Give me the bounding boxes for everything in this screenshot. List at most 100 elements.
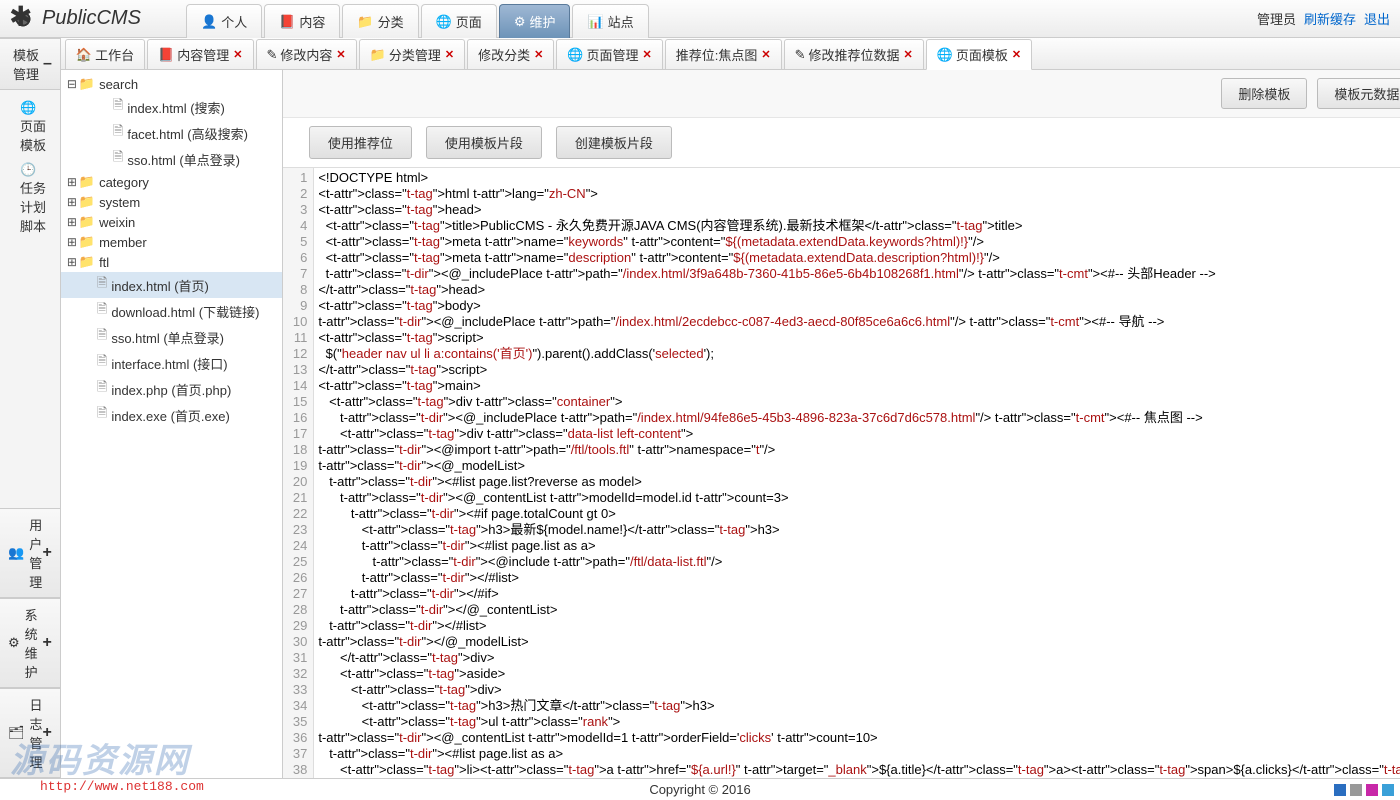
tree-row-0[interactable]: ⊟📁search: [61, 74, 282, 94]
sub-tab-5[interactable]: 🌐页面管理✕: [556, 39, 662, 69]
tree-row-3[interactable]: 🗎sso.html (单点登录): [61, 146, 282, 172]
code-line-19[interactable]: t-attr">class="t-dir"><@_modelList>: [318, 458, 1400, 474]
main-nav-tab-3[interactable]: 🌐页面: [421, 4, 497, 38]
tree-row-5[interactable]: ⊞📁system: [61, 192, 282, 212]
section-head-3[interactable]: 🗂日志管理+: [0, 688, 60, 778]
section-head-2[interactable]: ⚙系统维护+: [0, 598, 60, 688]
tree-row-1[interactable]: 🗎index.html (搜索): [61, 94, 282, 120]
toolbar2-btn-2[interactable]: 创建模板片段: [556, 126, 672, 159]
section-head-1[interactable]: 👥用户管理+: [0, 508, 60, 598]
expand-icon[interactable]: ⊟: [65, 77, 79, 91]
tree-row-14[interactable]: 🗎index.exe (首页.exe): [61, 402, 282, 428]
expand-icon[interactable]: ⊞: [65, 195, 79, 209]
sub-tab-4[interactable]: 修改分类✕: [467, 39, 554, 69]
code-line-15[interactable]: <t-attr">class="t-tag">div t-attr">class…: [318, 394, 1400, 410]
code-line-23[interactable]: <t-attr">class="t-tag">h3>最新${model.name…: [318, 522, 1400, 538]
tree-row-7[interactable]: ⊞📁member: [61, 232, 282, 252]
sub-tab-0[interactable]: 🏠工作台: [65, 39, 145, 69]
expand-icon[interactable]: ⊞: [65, 215, 79, 229]
expand-icon[interactable]: ⊞: [65, 255, 79, 269]
code-lines[interactable]: <!DOCTYPE html><t-attr">class="t-tag">ht…: [314, 168, 1400, 778]
code-line-14[interactable]: <t-attr">class="t-tag">main>: [318, 378, 1400, 394]
sub-tab-2[interactable]: ✎修改内容✕: [256, 39, 357, 69]
code-line-31[interactable]: </t-attr">class="t-tag">div>: [318, 650, 1400, 666]
code-line-4[interactable]: <t-attr">class="t-tag">title>PublicCMS -…: [318, 218, 1400, 234]
close-icon[interactable]: ✕: [903, 48, 912, 61]
close-icon[interactable]: ✕: [761, 48, 770, 61]
code-line-33[interactable]: <t-attr">class="t-tag">div>: [318, 682, 1400, 698]
code-line-1[interactable]: <!DOCTYPE html>: [318, 170, 1400, 186]
section-head-0[interactable]: 模板管理–: [0, 38, 60, 90]
toolbar-btn-0[interactable]: 删除模板: [1221, 78, 1307, 109]
sub-tab-8[interactable]: 🌐页面模板✕: [926, 39, 1032, 70]
close-icon[interactable]: ✕: [643, 48, 652, 61]
tree-row-12[interactable]: 🗎interface.html (接口): [61, 350, 282, 376]
tree-row-11[interactable]: 🗎sso.html (单点登录): [61, 324, 282, 350]
code-line-7[interactable]: t-attr">class="t-dir"><@_includePlace t-…: [318, 266, 1400, 282]
expand-icon[interactable]: ⊞: [65, 235, 79, 249]
code-line-2[interactable]: <t-attr">class="t-tag">html t-attr">lang…: [318, 186, 1400, 202]
code-line-21[interactable]: t-attr">class="t-dir"><@_contentList t-a…: [318, 490, 1400, 506]
sub-tab-6[interactable]: 推荐位:焦点图✕: [665, 39, 782, 69]
main-nav-tab-1[interactable]: 📕内容: [264, 4, 340, 38]
sub-tab-3[interactable]: 📁分类管理✕: [359, 39, 465, 69]
code-line-22[interactable]: t-attr">class="t-dir"><#if page.totalCou…: [318, 506, 1400, 522]
code-line-36[interactable]: t-attr">class="t-dir"><@_contentList t-a…: [318, 730, 1400, 746]
code-line-35[interactable]: <t-attr">class="t-tag">ul t-attr">class=…: [318, 714, 1400, 730]
code-line-25[interactable]: t-attr">class="t-dir"><@include t-attr">…: [318, 554, 1400, 570]
toolbar2-btn-0[interactable]: 使用推荐位: [309, 126, 412, 159]
code-line-11[interactable]: <t-attr">class="t-tag">script>: [318, 330, 1400, 346]
tree-row-6[interactable]: ⊞📁weixin: [61, 212, 282, 232]
code-line-13[interactable]: </t-attr">class="t-tag">script>: [318, 362, 1400, 378]
code-line-34[interactable]: <t-attr">class="t-tag">h3>热门文章</t-attr">…: [318, 698, 1400, 714]
tree-row-4[interactable]: ⊞📁category: [61, 172, 282, 192]
expand-icon[interactable]: ⊞: [65, 175, 79, 189]
main-nav-tab-0[interactable]: 👤个人: [186, 4, 262, 38]
code-line-27[interactable]: t-attr">class="t-dir"></#if>: [318, 586, 1400, 602]
toolbar-btn-1[interactable]: 模板元数据: [1317, 78, 1400, 109]
theme-swatch-3[interactable]: [1382, 784, 1394, 796]
code-line-37[interactable]: t-attr">class="t-dir"><#list page.list a…: [318, 746, 1400, 762]
tree-row-9[interactable]: 🗎index.html (首页): [61, 272, 282, 298]
logout-link[interactable]: 退出: [1364, 9, 1390, 28]
code-line-20[interactable]: t-attr">class="t-dir"><#list page.list?r…: [318, 474, 1400, 490]
sub-tab-1[interactable]: 📕内容管理✕: [147, 39, 253, 69]
code-line-24[interactable]: t-attr">class="t-dir"><#list page.list a…: [318, 538, 1400, 554]
sidebar-item-0-0[interactable]: 🌐页面模板: [0, 96, 60, 158]
code-line-18[interactable]: t-attr">class="t-dir"><@import t-attr">p…: [318, 442, 1400, 458]
close-icon[interactable]: ✕: [233, 48, 242, 61]
theme-swatch-2[interactable]: [1366, 784, 1378, 796]
code-line-9[interactable]: <t-attr">class="t-tag">body>: [318, 298, 1400, 314]
toolbar2-btn-1[interactable]: 使用模板片段: [426, 126, 542, 159]
main-nav-tab-5[interactable]: 📊站点: [572, 4, 648, 38]
code-line-5[interactable]: <t-attr">class="t-tag">meta t-attr">name…: [318, 234, 1400, 250]
code-line-3[interactable]: <t-attr">class="t-tag">head>: [318, 202, 1400, 218]
code-line-6[interactable]: <t-attr">class="t-tag">meta t-attr">name…: [318, 250, 1400, 266]
code-editor[interactable]: 1234567891011121314151617181920212223242…: [283, 167, 1400, 778]
tree-row-8[interactable]: ⊞📁ftl: [61, 252, 282, 272]
code-line-12[interactable]: $("header nav ul li a:contains('首页')").p…: [318, 346, 1400, 362]
sub-tab-7[interactable]: ✎修改推荐位数据✕: [784, 39, 924, 69]
code-line-29[interactable]: t-attr">class="t-dir"></#list>: [318, 618, 1400, 634]
code-line-32[interactable]: <t-attr">class="t-tag">aside>: [318, 666, 1400, 682]
sidebar-item-0-1[interactable]: 🕒任务计划脚本: [0, 158, 60, 239]
code-line-17[interactable]: <t-attr">class="t-tag">div t-attr">class…: [318, 426, 1400, 442]
theme-swatch-1[interactable]: [1350, 784, 1362, 796]
close-icon[interactable]: ✕: [445, 48, 454, 61]
code-line-38[interactable]: <t-attr">class="t-tag">li><t-attr">class…: [318, 762, 1400, 778]
file-tree[interactable]: ⊟📁search🗎index.html (搜索)🗎facet.html (高级搜…: [61, 70, 283, 778]
code-line-30[interactable]: t-attr">class="t-dir"></@_modelList>: [318, 634, 1400, 650]
tree-row-13[interactable]: 🗎index.php (首页.php): [61, 376, 282, 402]
tree-row-2[interactable]: 🗎facet.html (高级搜索): [61, 120, 282, 146]
code-line-28[interactable]: t-attr">class="t-dir"></@_contentList>: [318, 602, 1400, 618]
theme-swatch-0[interactable]: [1334, 784, 1346, 796]
close-icon[interactable]: ✕: [336, 48, 345, 61]
code-line-16[interactable]: t-attr">class="t-dir"><@_includePlace t-…: [318, 410, 1400, 426]
code-line-26[interactable]: t-attr">class="t-dir"></#list>: [318, 570, 1400, 586]
code-line-10[interactable]: t-attr">class="t-dir"><@_includePlace t-…: [318, 314, 1400, 330]
tree-row-10[interactable]: 🗎download.html (下载链接): [61, 298, 282, 324]
close-icon[interactable]: ✕: [534, 48, 543, 61]
code-line-8[interactable]: </t-attr">class="t-tag">head>: [318, 282, 1400, 298]
main-nav-tab-4[interactable]: ⚙维护: [499, 4, 571, 38]
refresh-cache-link[interactable]: 刷新缓存: [1304, 9, 1356, 28]
